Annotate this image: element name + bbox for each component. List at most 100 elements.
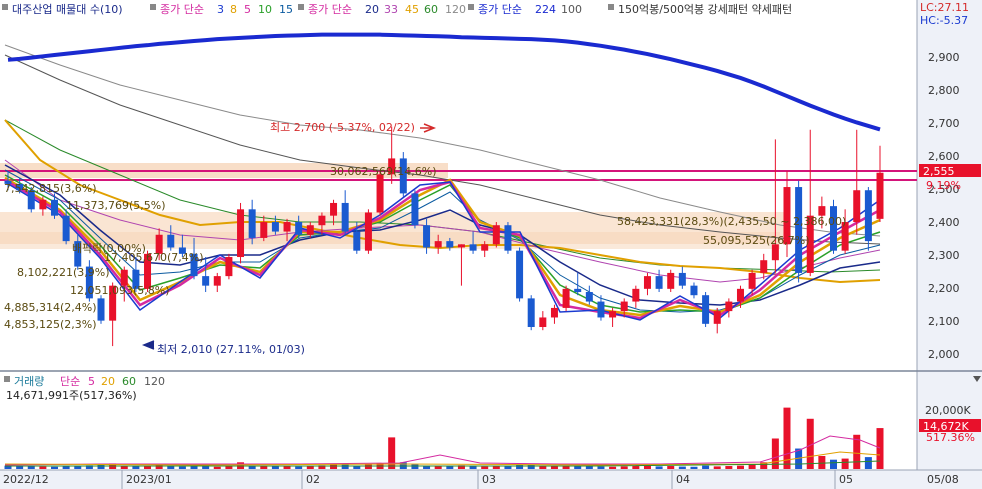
- legend-ma20: 20: [365, 3, 379, 16]
- volume-bar: [190, 466, 198, 469]
- candle-body: [271, 222, 279, 232]
- volume-bar: [690, 466, 698, 469]
- candle-body: [550, 307, 558, 318]
- legend-marker: [4, 376, 10, 382]
- volume-bar: [446, 466, 454, 469]
- stock-chart[interactable]: 대주산업 매물대 수(10) 종가 단순 3 8 5 10 15 종가 단순 2…: [0, 0, 982, 489]
- volume-bar: [213, 466, 221, 469]
- candle-body: [364, 212, 372, 251]
- legend-ma5: 5: [244, 3, 251, 16]
- candle-body: [632, 288, 640, 302]
- candle-body: [457, 244, 465, 248]
- volume-bar: [829, 459, 837, 469]
- x-tick: 02: [306, 473, 320, 486]
- x-tick: 03: [482, 473, 496, 486]
- candle-body: [434, 241, 442, 248]
- lc-value: LC:27.11: [920, 1, 969, 14]
- volume-bar: [51, 466, 59, 469]
- volume-bar: [876, 428, 884, 469]
- candle-body: [725, 301, 733, 312]
- candle-body: [260, 222, 268, 238]
- volume-bar: [748, 464, 756, 469]
- candle-body: [237, 209, 245, 258]
- hc-value: HC:-5.37: [920, 14, 968, 27]
- volume-bar: [167, 466, 175, 469]
- legend-ma120: 120: [445, 3, 466, 16]
- volume-ma60: 60: [122, 375, 136, 388]
- volume-current: 14,671,991주(517,36%): [6, 389, 137, 402]
- candle-body: [585, 292, 593, 302]
- candle-body: [864, 190, 872, 242]
- volume-bar: [364, 464, 372, 469]
- vp-label: 58,423,331(28,3%)(2,435,50 ~ 2,386,00): [617, 215, 846, 228]
- volume-bar: [202, 466, 210, 469]
- legend-title: 대주산업 매물대 수(10): [12, 3, 123, 16]
- candle-body: [411, 193, 419, 226]
- candle-body: [643, 276, 651, 289]
- candle-body: [713, 311, 721, 324]
- volume-bar: [16, 466, 24, 469]
- volume-bar: [271, 466, 279, 469]
- vp-label: 12,051,093(5,8%): [70, 284, 170, 297]
- legend-marker: [150, 4, 156, 10]
- volume-bar: [585, 466, 593, 469]
- volume-ma120: 120: [144, 375, 165, 388]
- x-tick: 2022/12: [3, 473, 49, 486]
- volume-bar: [864, 457, 872, 469]
- candle-body: [562, 288, 570, 308]
- vp-label: 17,405,670(7,4%): [104, 251, 204, 264]
- candle-body: [167, 234, 175, 248]
- candle-body: [539, 317, 547, 328]
- candle-body: [423, 225, 431, 248]
- legend-ma-long-label: 종가 단순: [478, 3, 522, 16]
- candle-body: [341, 202, 349, 232]
- legend-ma10: 10: [258, 3, 272, 16]
- candle-body: [248, 209, 256, 238]
- volume-bar: [469, 466, 477, 469]
- volume-bar: [620, 466, 628, 469]
- candle-body: [306, 225, 314, 235]
- x-tick: 2023/01: [126, 473, 172, 486]
- candle-body: [620, 301, 628, 312]
- candle-body: [574, 288, 582, 293]
- candle-body: [748, 272, 756, 289]
- x-tick: 05: [839, 473, 853, 486]
- legend-ma-mid-label: 종가 단순: [308, 3, 352, 16]
- vp-label: 7,542,815(3,6%): [4, 182, 97, 195]
- candle-body: [62, 215, 70, 242]
- candle-body: [481, 244, 489, 251]
- legend-ma15: 15: [279, 3, 293, 16]
- candle-body: [853, 190, 861, 223]
- vp-label: 55,095,525(26,7%): [703, 234, 810, 247]
- volume-pct: 517.36%: [926, 431, 975, 444]
- volume-bar: [713, 466, 721, 469]
- legend-ma224: 224: [535, 3, 556, 16]
- high-annotation: 최고 2,700 (-5.37%, 02/22): [270, 121, 415, 134]
- legend-ma3: 3: [217, 3, 224, 16]
- vp-label: 30,062,569(14,6%): [330, 165, 437, 178]
- volume-bar: [411, 464, 419, 469]
- volume-bar: [632, 466, 640, 469]
- candle-body: [213, 276, 221, 286]
- candle-body: [829, 206, 837, 251]
- candle-body: [655, 276, 663, 289]
- candle-body: [97, 298, 105, 321]
- candle-body: [516, 250, 524, 299]
- candle-body: [353, 231, 361, 251]
- volume-bar: [818, 455, 826, 469]
- low-annotation: 최저 2,010 (27.11%, 01/03): [157, 343, 305, 356]
- x-tick: 04: [676, 473, 690, 486]
- candle-body: [678, 272, 686, 286]
- candle-body: [492, 225, 500, 245]
- price-tick: 2,200: [928, 282, 960, 295]
- price-tick: 2,800: [928, 84, 960, 97]
- legend-pattern: 150억봉/500억봉 강세패턴 약세패턴: [618, 2, 792, 16]
- volume-ma5: 5: [88, 375, 95, 388]
- volume-bar: [643, 465, 651, 469]
- x-tick: 05/08: [927, 473, 959, 486]
- volume-bar: [702, 465, 710, 469]
- candle-body: [876, 172, 884, 219]
- volume-bar: [736, 465, 744, 469]
- price-tick: 2,100: [928, 315, 960, 328]
- vp-label: 11,373,769(5,5%): [66, 199, 166, 212]
